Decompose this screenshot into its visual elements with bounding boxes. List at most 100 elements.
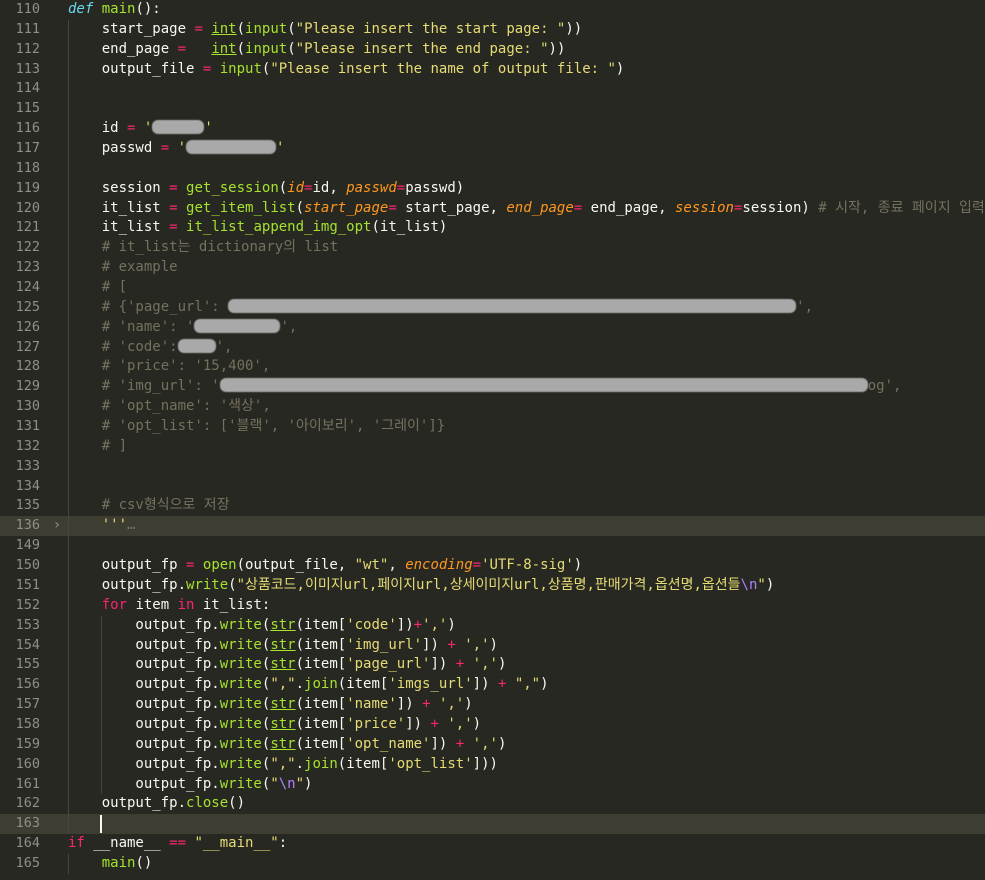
code-line[interactable]: 123 # example <box>0 258 985 279</box>
code-text: # csv형식으로 저장 <box>101 497 230 514</box>
redacted-block <box>152 120 205 135</box>
line-number: 165 <box>15 854 40 871</box>
code-line[interactable]: 161 output_fp.write("\n") <box>0 774 985 795</box>
fold-chevron-icon[interactable]: › <box>50 516 64 536</box>
code-line[interactable]: 113 output_file = input("Please insert t… <box>0 59 985 80</box>
code-line[interactable]: 159 output_fp.write(str(item['opt_name']… <box>0 734 985 755</box>
line-number: 124 <box>15 279 40 296</box>
code-line[interactable]: 149 <box>0 536 985 557</box>
redacted-block <box>186 140 277 155</box>
code-text: '''… <box>101 517 136 534</box>
line-number: 153 <box>15 616 40 633</box>
text-cursor <box>100 815 102 834</box>
code-line[interactable]: 115 <box>0 99 985 120</box>
code-line[interactable]: 153 output_fp.write(str(item['code'])+',… <box>0 615 985 636</box>
line-number: 154 <box>15 636 40 653</box>
line-number: 131 <box>15 418 40 435</box>
code-line[interactable]: 121 it_list = it_list_append_img_opt(it_… <box>0 218 985 239</box>
indent-guide <box>68 99 69 120</box>
line-number: 128 <box>15 358 40 375</box>
code-line[interactable]: 132 # ] <box>0 436 985 457</box>
code-text: # ] <box>101 437 128 454</box>
code-line[interactable]: 111 start_page = int(input("Please inser… <box>0 19 985 40</box>
line-number: 119 <box>15 179 40 196</box>
line-number: 110 <box>15 1 40 17</box>
code-text: output_fp.write(str(item['opt_name']) + … <box>68 735 507 752</box>
line-number: 125 <box>15 298 40 315</box>
code-line[interactable]: 135 # csv형식으로 저장 <box>0 496 985 517</box>
code-line[interactable]: 127 # 'code': ', <box>0 337 985 358</box>
code-line[interactable]: 122 # it_list는 dictionary의 list <box>0 238 985 259</box>
line-number: 155 <box>15 656 40 673</box>
indent-guide <box>68 158 69 179</box>
code-line[interactable]: 110 def main(): <box>0 0 985 20</box>
redacted-block <box>219 378 868 393</box>
code-text: for item in it_list: <box>101 596 271 613</box>
code-line[interactable]: 165 main() <box>0 853 985 874</box>
line-number: 130 <box>15 398 40 415</box>
line-number: 149 <box>15 537 40 554</box>
code-line[interactable]: 133 <box>0 456 985 477</box>
line-number: 152 <box>15 596 40 613</box>
code-line[interactable]: 163 <box>0 814 985 835</box>
code-line[interactable]: 151 output_fp.write("상품코드,이미지url,페이지url,… <box>0 575 985 596</box>
code-text: # 'opt_name': '색상', <box>101 398 271 415</box>
code-line[interactable]: 164 if __name__ == "__main__": <box>0 834 985 854</box>
line-number: 126 <box>15 318 40 335</box>
code-text: # [ <box>101 279 128 296</box>
code-text: # {'page_url': ', <box>101 298 814 315</box>
code-text: # example <box>101 259 178 276</box>
indent-guide <box>68 476 69 497</box>
code-text: output_fp.write(str(item['name']) + ',') <box>68 696 473 713</box>
code-text: output_fp.write(",".join(item['imgs_url'… <box>68 676 549 693</box>
line-number: 111 <box>15 20 40 37</box>
code-line[interactable]: 126 # 'name': ' ', <box>0 317 985 338</box>
code-line[interactable]: 120 it_list = get_item_list(start_page= … <box>0 198 985 219</box>
code-line[interactable]: 114 <box>0 79 985 100</box>
indent-guide <box>68 456 69 477</box>
code-line[interactable]: 150 output_fp = open(output_file, "wt", … <box>0 556 985 576</box>
code-line[interactable]: 130 # 'opt_name': '색상', <box>0 397 985 418</box>
code-line[interactable]: 128 # 'price': '15,400', <box>0 357 985 378</box>
line-number: 161 <box>15 775 40 792</box>
code-editor[interactable]: 110 def main(): 111 start_page = int(input… <box>0 0 985 880</box>
code-line[interactable]: 118 <box>0 158 985 179</box>
code-line[interactable]: 131 # 'opt_list': ['블랙', '아이보리', '그레이']} <box>0 417 985 437</box>
code-line[interactable]: 156 output_fp.write(",".join(item['imgs_… <box>0 675 985 696</box>
code-line[interactable]: 125 # {'page_url': ', <box>0 297 985 318</box>
code-line[interactable]: 155 output_fp.write(str(item['page_url']… <box>0 655 985 676</box>
code-line[interactable]: 158 output_fp.write(str(item['price']) +… <box>0 714 985 735</box>
code-text: id = ' ' <box>68 120 213 137</box>
code-text: # 'img_url': ' og', <box>101 378 902 395</box>
indent-guide <box>68 536 69 557</box>
code-text: start_page = int(input("Please insert th… <box>68 20 583 37</box>
code-line[interactable]: 134 <box>0 476 985 497</box>
code-line[interactable]: 160 output_fp.write(",".join(item['opt_l… <box>0 754 985 775</box>
code-line[interactable]: 157 output_fp.write(str(item['name']) + … <box>0 695 985 715</box>
line-number: 157 <box>15 696 40 713</box>
code-line[interactable]: 116 id = ' ' <box>0 119 985 140</box>
line-number: 123 <box>15 259 40 276</box>
code-line[interactable]: 154 output_fp.write(str(item['img_url'])… <box>0 635 985 656</box>
code-line[interactable]: 152 for item in it_list: <box>0 595 985 616</box>
code-text: it_list = it_list_append_img_opt(it_list… <box>68 219 448 236</box>
code-line[interactable]: 136 › '''… <box>0 516 985 537</box>
line-number: 136 <box>15 517 40 534</box>
code-text: output_fp.write(str(item['page_url']) + … <box>68 656 507 673</box>
code-line[interactable]: 119 session = get_session(id=id, passwd=… <box>0 178 985 199</box>
code-text: it_list = get_item_list(start_page= star… <box>68 199 985 216</box>
code-line[interactable]: 162 output_fp.close() <box>0 794 985 815</box>
code-line[interactable]: 129 # 'img_url': ' og', <box>0 377 985 398</box>
line-number: 121 <box>15 219 40 236</box>
code-text: # it_list는 dictionary의 list <box>101 239 339 256</box>
code-line[interactable]: 117 passwd = ' ' <box>0 139 985 159</box>
redacted-block <box>228 298 797 313</box>
code-line[interactable]: 124 # [ <box>0 278 985 298</box>
code-text: # 'code': ', <box>101 338 233 355</box>
code-text: output_fp.write(str(item['img_url']) + '… <box>68 636 498 653</box>
code-text: output_fp.write("\n") <box>68 775 313 792</box>
code-text: output_fp = open(output_file, "wt", enco… <box>68 557 583 574</box>
code-text: output_fp.write(str(item['price']) + ','… <box>68 715 482 732</box>
code-line[interactable]: 112 end_page = int(input("Please insert … <box>0 39 985 60</box>
code-text: output_fp.write(",".join(item['opt_list'… <box>68 755 498 772</box>
